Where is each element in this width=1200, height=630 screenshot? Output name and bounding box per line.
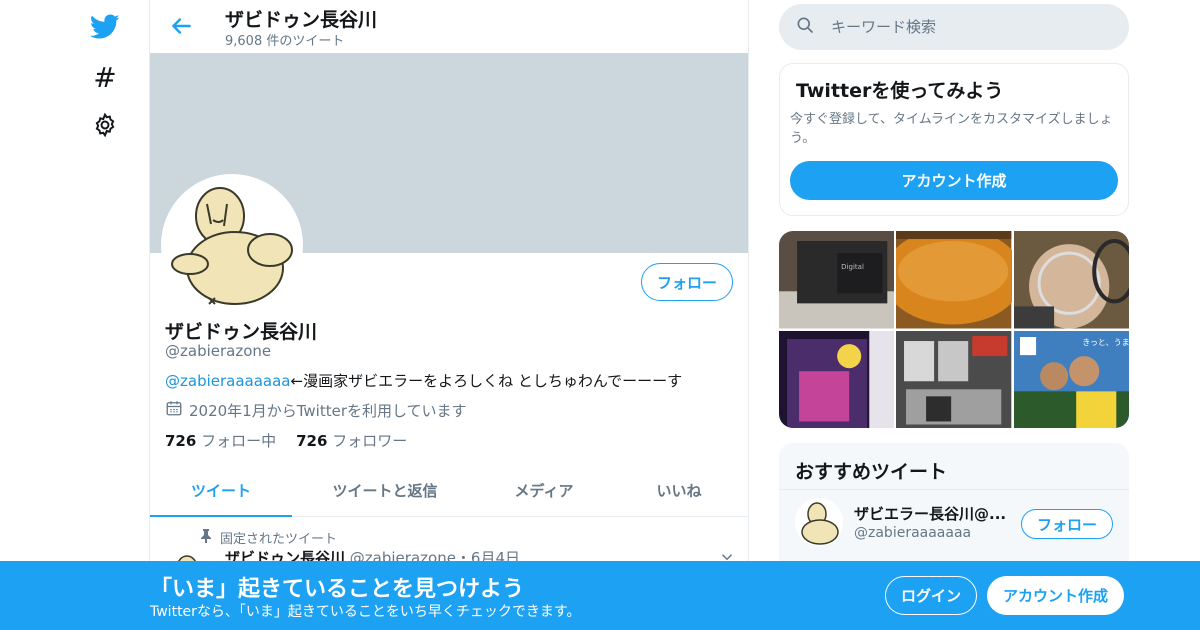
following-stat[interactable]: 726 フォロー中 bbox=[165, 430, 276, 451]
tab-tweets[interactable]: ツイート bbox=[150, 465, 292, 517]
tab-media[interactable]: メディア bbox=[478, 465, 610, 516]
recommended-follow-button[interactable]: フォロー bbox=[1021, 509, 1113, 539]
signup-card: Twitterを使ってみよう 今すぐ登録して、タイムラインをカスタマイズしましょ… bbox=[779, 63, 1129, 216]
search-icon bbox=[795, 15, 815, 39]
signup-card-title: Twitterを使ってみよう bbox=[796, 80, 1004, 102]
recommended-user-name[interactable]: ザビエラー長谷川@... bbox=[854, 503, 1006, 524]
bio-text: ←漫画家ザビエラーをよろしくね としちゅわんでーーーす bbox=[290, 372, 683, 390]
followers-count: 726 bbox=[296, 432, 328, 450]
profile-avatar[interactable] bbox=[161, 174, 303, 316]
gear-icon[interactable] bbox=[90, 110, 120, 140]
recommended-user-avatar[interactable] bbox=[795, 498, 843, 546]
login-button[interactable]: ログイン bbox=[885, 576, 977, 615]
header-profile-name: ザビドゥン長谷川 bbox=[225, 9, 378, 31]
follow-button[interactable]: フォロー bbox=[641, 263, 733, 301]
search-box bbox=[779, 4, 1129, 50]
joined-date: 2020年1月からTwitterを利用しています bbox=[165, 399, 467, 421]
tab-likes[interactable]: いいね bbox=[610, 465, 748, 516]
signup-button[interactable]: アカウント作成 bbox=[987, 576, 1124, 615]
recommended-title: おすすめツイート bbox=[795, 461, 948, 483]
media-gallery: Digital きっと、うまく bbox=[779, 231, 1129, 428]
followers-label: フォロワー bbox=[332, 432, 408, 450]
left-nav: # bbox=[0, 0, 150, 630]
media-thumbnail[interactable] bbox=[896, 231, 1012, 329]
media-thumbnail[interactable]: きっと、うまく bbox=[1013, 330, 1129, 428]
back-arrow-icon[interactable] bbox=[168, 13, 194, 39]
header-tweet-count: 9,608 件のツイート bbox=[225, 34, 345, 49]
following-count: 726 bbox=[165, 432, 197, 450]
profile-bio: @zabieraaaaaaa←漫画家ザビエラーをよろしくね としちゅわんでーーー… bbox=[165, 370, 682, 391]
media-thumbnail[interactable]: Digital bbox=[779, 231, 895, 329]
prompt-subtitle: Twitterなら、「いま」起きていることをいち早くチェックできます。 bbox=[150, 604, 581, 620]
calendar-icon bbox=[165, 399, 183, 421]
hashtag-icon[interactable]: # bbox=[90, 61, 120, 94]
tab-tweets-and-replies[interactable]: ツイートと返信 bbox=[292, 465, 478, 516]
recommended-user-handle: @zabieraaaaaaa bbox=[854, 525, 972, 541]
media-thumbnail[interactable] bbox=[1013, 231, 1129, 329]
bio-mention-link[interactable]: @zabieraaaaaaa bbox=[165, 372, 291, 390]
signup-card-text: 今すぐ登録して、タイムラインをカスタマイズしましょう。 bbox=[790, 112, 1113, 146]
followers-stat[interactable]: 726 フォロワー bbox=[296, 430, 407, 451]
search-input[interactable] bbox=[831, 18, 1091, 36]
profile-tabs: ツイート ツイートと返信 メディア いいね bbox=[150, 465, 748, 517]
profile-column: ザビドゥン長谷川 9,608 件のツイート フォロー ザビドゥン長谷川 @zab… bbox=[149, 0, 749, 630]
pin-icon bbox=[200, 528, 212, 547]
create-account-button[interactable]: アカウント作成 bbox=[790, 161, 1118, 200]
joined-text: 2020年1月からTwitterを利用しています bbox=[189, 401, 467, 420]
following-label: フォロー中 bbox=[201, 432, 277, 450]
signup-prompt-bar: 「いま」起きていることを見つけよう Twitterなら、「いま」起きていることを… bbox=[0, 561, 1200, 630]
svg-text:きっと、うまく: きっと、うまく bbox=[1082, 338, 1129, 347]
profile-name: ザビドゥン長谷川 bbox=[165, 321, 318, 343]
pinned-indicator: 固定されたツイート bbox=[200, 528, 337, 547]
pinned-label: 固定されたツイート bbox=[220, 532, 338, 547]
media-thumbnail[interactable] bbox=[779, 330, 895, 428]
follow-stats: 726 フォロー中 726 フォロワー bbox=[165, 430, 407, 451]
svg-text:Digital: Digital bbox=[841, 262, 864, 271]
media-thumbnail[interactable] bbox=[896, 330, 1012, 428]
prompt-title: 「いま」起きていることを見つけよう bbox=[150, 577, 525, 602]
profile-header-bar: ザビドゥン長谷川 9,608 件のツイート bbox=[150, 0, 748, 53]
twitter-bird-icon[interactable] bbox=[90, 12, 120, 42]
profile-handle: @zabierazone bbox=[165, 342, 272, 360]
divider bbox=[779, 489, 1129, 490]
